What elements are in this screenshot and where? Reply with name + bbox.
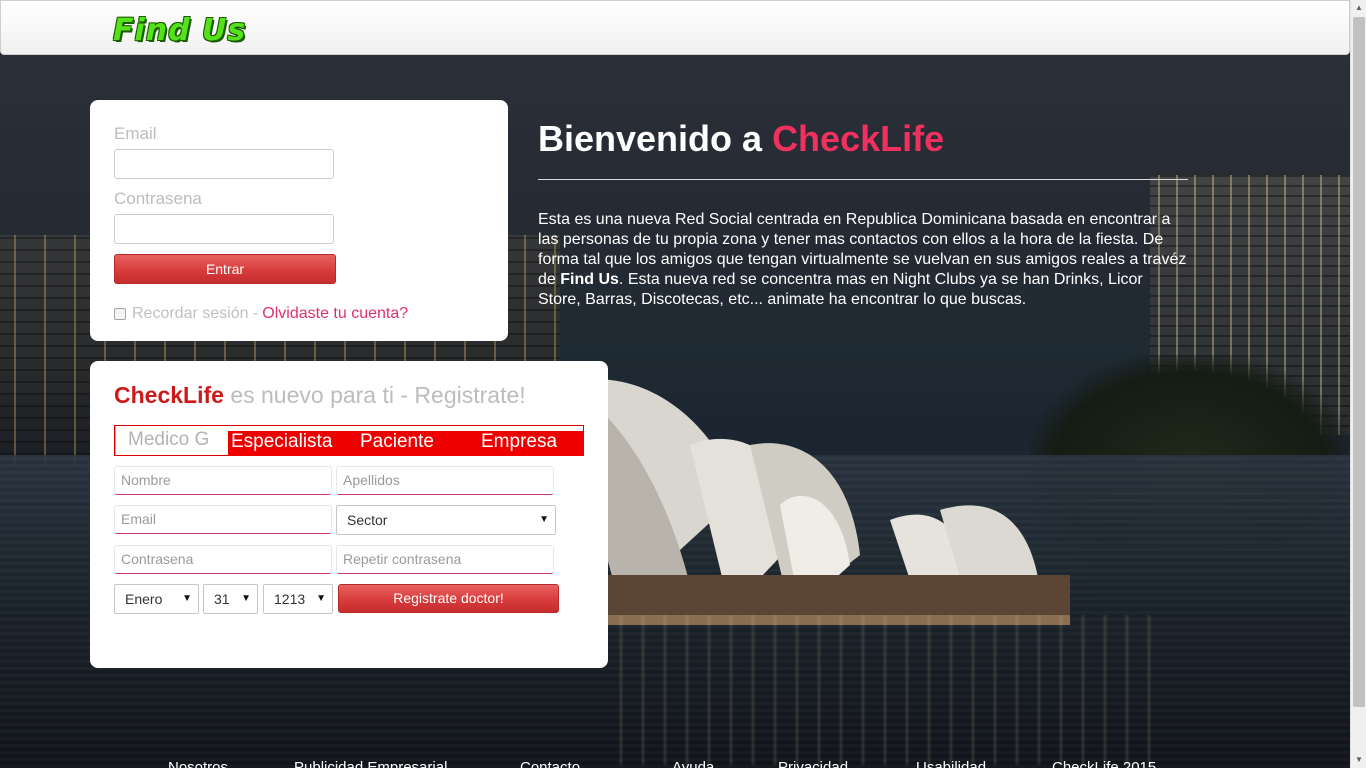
- welcome-divider: [538, 179, 1188, 180]
- last-name-input[interactable]: Apellidos: [336, 466, 554, 495]
- footer-link-contacto[interactable]: Contacto: [520, 760, 580, 768]
- register-doctor-button[interactable]: Registrate doctor!: [338, 584, 559, 613]
- tab-paciente[interactable]: Paciente: [360, 428, 434, 457]
- birth-year-select[interactable]: 1213 ▼: [263, 584, 333, 614]
- login-password-input[interactable]: [114, 214, 334, 244]
- remember-row: Recordar sesión - Olvidaste tu cuenta?: [114, 305, 408, 323]
- repeat-password-input[interactable]: Repetir contrasena: [336, 545, 554, 574]
- birth-day-value: 31: [214, 591, 230, 607]
- year-dropdown-icon: ▼: [316, 593, 326, 604]
- register-heading: CheckLife es nuevo para ti - Registrate!: [114, 382, 526, 409]
- register-heading-brand: CheckLife: [114, 382, 224, 408]
- day-dropdown-icon: ▼: [241, 593, 251, 604]
- tab-medico-g[interactable]: Medico G: [115, 426, 228, 455]
- footer-link-ayuda[interactable]: Ayuda: [672, 760, 714, 768]
- login-email-input[interactable]: [114, 149, 334, 179]
- birth-year-value: 1213: [274, 591, 306, 607]
- password-label: Contrasena: [114, 189, 202, 208]
- register-heading-text: es nuevo para ti - Registrate!: [223, 382, 526, 408]
- intro-text-2: . Esta nueva red se concentra mas en Nig…: [538, 271, 1143, 308]
- birth-month-value: Enero: [125, 591, 163, 607]
- login-button[interactable]: Entrar: [114, 254, 336, 284]
- footer-copyright: CheckLife 2015: [1052, 760, 1156, 768]
- footer-link-privacidad[interactable]: Privacidad: [778, 760, 848, 768]
- welcome-title: Bienvenido a CheckLife: [538, 118, 944, 160]
- scroll-down-icon[interactable]: ▼: [1351, 752, 1366, 768]
- birth-month-select[interactable]: Enero ▼: [114, 584, 199, 614]
- opera-house-illustration: [560, 379, 1070, 625]
- welcome-prefix: Bienvenido a: [538, 118, 773, 159]
- tab-empresa[interactable]: Empresa: [481, 428, 557, 457]
- footer-link-nosotros[interactable]: Nosotros: [168, 760, 228, 768]
- intro-text-bold: Find Us: [560, 271, 619, 288]
- register-panel: CheckLife es nuevo para ti - Registrate!…: [90, 361, 608, 668]
- remember-label: Recordar sesión -: [132, 305, 259, 322]
- welcome-intro: Esta es una nueva Red Social centrada en…: [538, 210, 1188, 310]
- forgot-account-link[interactable]: Olvidaste tu cuenta?: [262, 305, 408, 323]
- scrollbar-thumb[interactable]: [1353, 17, 1365, 707]
- first-name-input[interactable]: Nombre: [114, 466, 332, 495]
- find-us-logo[interactable]: Find Us: [113, 15, 246, 47]
- vertical-scrollbar[interactable]: ▲ ▼: [1350, 0, 1366, 768]
- login-panel: Email Contrasena Entrar Recordar sesión …: [90, 100, 508, 341]
- birth-day-select[interactable]: 31 ▼: [203, 584, 258, 614]
- welcome-brand: CheckLife: [772, 118, 945, 159]
- register-password-input[interactable]: Contrasena: [114, 545, 332, 574]
- month-dropdown-icon: ▼: [182, 593, 192, 604]
- footer-link-publicidad[interactable]: Publicidad Empresarial: [294, 760, 447, 768]
- footer-link-usabilidad[interactable]: Usabilidad: [916, 760, 986, 768]
- remember-checkbox[interactable]: [114, 308, 126, 320]
- tab-especialista[interactable]: Especialista: [231, 428, 332, 457]
- sector-dropdown-icon: ▼: [539, 514, 549, 525]
- top-navbar: Find Us: [0, 0, 1350, 55]
- sector-select[interactable]: Sector ▼: [336, 505, 556, 535]
- water-reflection: [610, 615, 1170, 765]
- scroll-up-icon[interactable]: ▲: [1351, 0, 1366, 16]
- footer-links: Nosotros Publicidad Empresarial Contacto…: [0, 760, 1350, 768]
- sector-select-value: Sector: [347, 512, 388, 528]
- register-email-input[interactable]: Email: [114, 505, 332, 534]
- register-type-tabs: Medico G Especialista Paciente Empresa: [114, 425, 584, 456]
- email-label: Email: [114, 124, 157, 143]
